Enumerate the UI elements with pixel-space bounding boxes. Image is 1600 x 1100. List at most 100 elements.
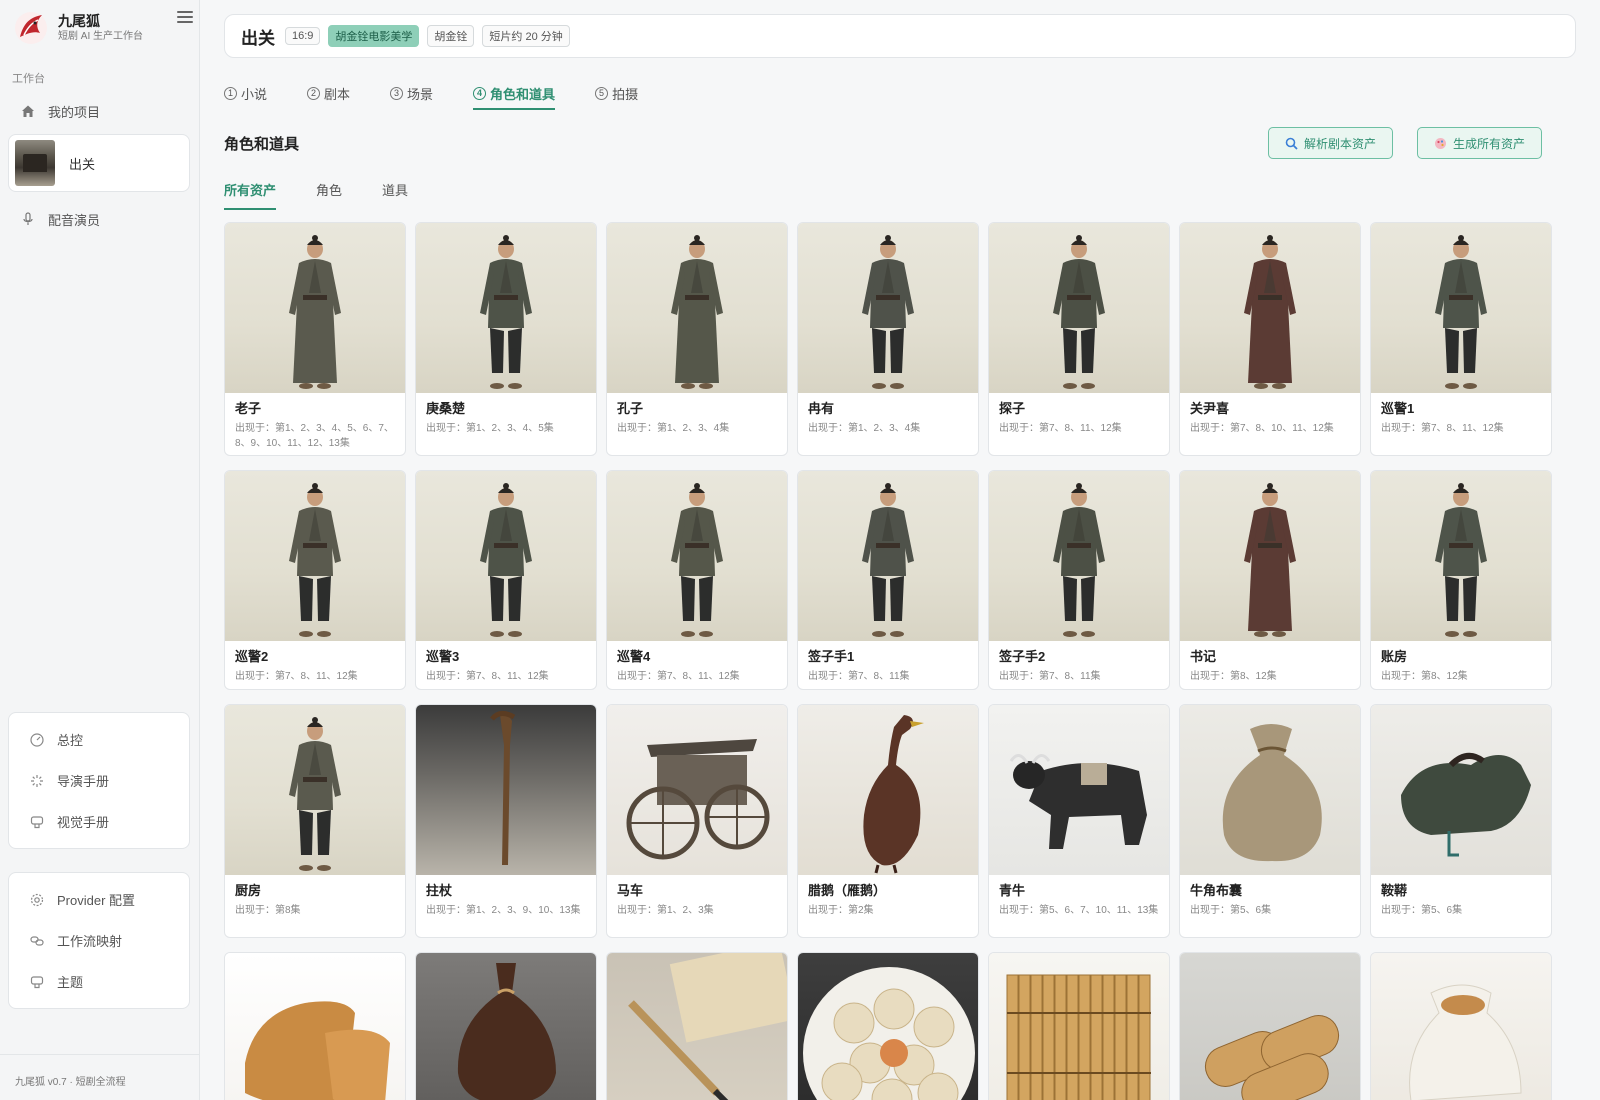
palette-icon	[1434, 137, 1447, 150]
character-card[interactable]: 冉有 出现于：第1、2、3、4集	[797, 222, 979, 456]
prop-card[interactable]	[415, 952, 597, 1100]
version-label: 九尾狐 v0.7 · 短剧全流程	[15, 1077, 126, 1088]
tab-characters[interactable]: 角色	[316, 180, 342, 208]
prop-card[interactable]: 牛角布囊 出现于：第5、6集	[1179, 704, 1361, 938]
prop-image	[989, 705, 1169, 875]
card-body: 巡警1 出现于：第7、8、11、12集	[1371, 393, 1551, 442]
character-card[interactable]: 关尹喜 出现于：第7、8、10、11、12集	[1179, 222, 1361, 456]
character-card[interactable]: 巡警2 出现于：第7、8、11、12集	[224, 470, 406, 690]
microphone-icon	[20, 211, 36, 227]
step-scenes[interactable]: 3 场景	[390, 78, 433, 108]
prop-card[interactable]	[1179, 952, 1361, 1100]
sidebar: 九尾狐 短剧 AI 生产工作台 工作台 我的项目 出关 配音演员 总控 导演手册	[0, 0, 200, 1100]
project-header: 出关 16:9 胡金铨电影美学 胡金铨 短片约 20 分钟	[224, 14, 1576, 58]
step-label: 小说	[241, 86, 268, 102]
asset-name: 签子手1	[808, 649, 855, 664]
card-body: 巡警3 出现于：第7、8、11、12集	[416, 641, 596, 689]
character-card[interactable]: 探子 出现于：第7、8、11、12集	[988, 222, 1170, 456]
character-card[interactable]: 老子 出现于：第1、2、3、4、5、6、7、8、9、10、11、12、13集	[224, 222, 406, 456]
character-card[interactable]: 巡警3 出现于：第7、8、11、12集	[415, 470, 597, 690]
prop-card[interactable]: 鞍鞯 出现于：第5、6集	[1370, 704, 1552, 938]
character-card[interactable]: 账房 出现于：第8、12集	[1370, 470, 1552, 690]
asset-name: 巡警4	[617, 649, 651, 664]
prop-image	[1180, 705, 1360, 875]
step-number: 5	[595, 86, 609, 100]
character-portrait	[989, 471, 1169, 641]
duration-chip: 短片约 20 分钟	[482, 25, 570, 47]
nav-item-label: 配音演员	[48, 212, 101, 228]
character-card[interactable]: 巡警4 出现于：第7、8、11、12集	[606, 470, 788, 690]
prop-card[interactable]: 青牛出现于：第5、6、7、10、11、13集	[988, 704, 1170, 938]
prop-card[interactable]: 马车 出现于：第1、2、3集	[606, 704, 788, 938]
character-card[interactable]: 签子手2 出现于：第7、8、11集	[988, 470, 1170, 690]
asset-name: 鞍鞯	[1381, 883, 1408, 898]
prop-card[interactable]	[797, 952, 979, 1100]
step-novel[interactable]: 1 小说	[224, 78, 267, 108]
prop-card[interactable]: 腊鹅（雁鹅） 出现于：第2集	[797, 704, 979, 938]
panel-item-label: 导演手册	[57, 774, 110, 789]
prop-image	[798, 953, 978, 1100]
character-card[interactable]: 孔子 出现于：第1、2、3、4集	[606, 222, 788, 456]
prop-image	[798, 705, 978, 875]
asset-name: 青牛	[999, 883, 1026, 898]
panel-item-overview[interactable]: 总控	[9, 719, 189, 760]
panel-item-workflow-mapping[interactable]: 工作流映射	[9, 920, 189, 961]
asset-name: 巡警3	[426, 649, 460, 664]
asset-name: 冉有	[808, 401, 835, 416]
card-body: 青牛出现于：第5、6、7、10、11、13集	[989, 875, 1169, 924]
project-card-current[interactable]: 出关	[8, 134, 190, 192]
prop-image	[607, 705, 787, 875]
panel-item-visual-handbook[interactable]: 视觉手册	[9, 801, 189, 842]
character-portrait	[225, 471, 405, 641]
character-card[interactable]: 巡警1 出现于：第7、8、11、12集	[1370, 222, 1552, 456]
step-number: 4	[473, 86, 487, 100]
tab-props[interactable]: 道具	[382, 180, 408, 208]
step-number: 1	[224, 86, 237, 100]
prop-card[interactable]	[606, 952, 788, 1100]
character-portrait	[225, 223, 405, 393]
asset-name: 腊鹅（雁鹅）	[808, 883, 887, 898]
prop-card[interactable]	[1370, 952, 1552, 1100]
generate-all-assets-button[interactable]: 生成所有资产	[1417, 127, 1543, 159]
asset-name: 庚桑楚	[426, 401, 466, 416]
asset-appearances: 出现于：第8集	[235, 905, 301, 916]
character-card[interactable]: 庚桑楚 出现于：第1、2、3、4、5集	[415, 222, 597, 456]
brand-subtitle: 短剧 AI 生产工作台	[58, 31, 144, 42]
prop-card[interactable]: 拄杖 出现于：第1、2、3、9、10、13集	[415, 704, 597, 938]
tab-all-assets[interactable]: 所有资产	[224, 180, 277, 210]
character-card[interactable]: 书记 出现于：第8、12集	[1179, 470, 1361, 690]
menu-toggle-icon[interactable]	[177, 11, 193, 25]
brand[interactable]: 九尾狐 短剧 AI 生产工作台	[14, 8, 190, 48]
asset-filter-tabs: 所有资产 角色 道具	[224, 180, 448, 210]
card-body: 马车 出现于：第1、2、3集	[607, 875, 787, 924]
button-label: 生成所有资产	[1453, 136, 1526, 151]
panel-item-director-handbook[interactable]: 导演手册	[9, 760, 189, 801]
settings-panel: Provider 配置 工作流映射 主题	[8, 872, 190, 1009]
tools-panel: 总控 导演手册 视觉手册	[8, 712, 190, 849]
sidebar-divider	[0, 1054, 200, 1055]
nav-item-my-projects[interactable]: 我的项目	[8, 93, 190, 129]
asset-name: 老子	[235, 401, 262, 416]
nav-item-label: 我的项目	[48, 104, 101, 120]
step-shooting[interactable]: 5 拍摄	[595, 78, 638, 108]
asset-appearances: 出现于：第7、8、11、12集	[1381, 423, 1504, 434]
character-card[interactable]: 签子手1 出现于：第7、8、11集	[797, 470, 979, 690]
prop-card[interactable]	[224, 952, 406, 1100]
panel-item-provider-config[interactable]: Provider 配置	[9, 879, 189, 920]
parse-script-assets-button[interactable]: 解析剧本资产	[1268, 127, 1394, 159]
asset-name: 探子	[999, 401, 1026, 416]
home-icon	[20, 103, 36, 119]
step-characters-props[interactable]: 4 角色和道具	[473, 78, 556, 110]
card-body: 庚桑楚 出现于：第1、2、3、4、5集	[416, 393, 596, 442]
nav-item-voice-actors[interactable]: 配音演员	[8, 201, 190, 237]
panel-item-theme[interactable]: 主题	[9, 961, 189, 1002]
step-script[interactable]: 2 剧本	[307, 78, 350, 108]
character-card[interactable]: 厨房 出现于：第8集	[224, 704, 406, 938]
prop-image	[416, 953, 596, 1100]
step-number: 2	[307, 86, 321, 100]
prop-card[interactable]	[988, 952, 1170, 1100]
project-title: 出关	[241, 28, 275, 48]
project-thumbnail	[15, 140, 55, 186]
nav-section-label: 工作台	[12, 73, 45, 85]
asset-appearances: 出现于：第5、6、7、10、11、13集	[999, 905, 1159, 916]
